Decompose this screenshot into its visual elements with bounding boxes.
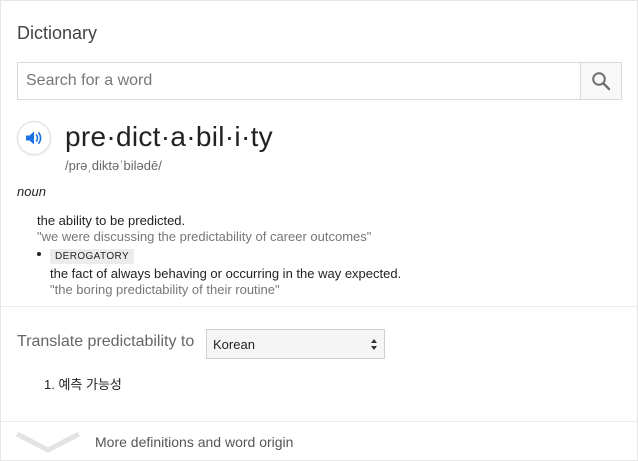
language-select-value: Korean	[213, 336, 255, 352]
usage-label-badge: DEROGATORY	[50, 249, 135, 264]
part-of-speech: noun	[17, 184, 46, 199]
speaker-icon	[26, 131, 42, 145]
more-definitions-label: More definitions and word origin	[95, 434, 294, 450]
example-1: "we were discussing the predictability o…	[37, 229, 372, 244]
search-icon	[592, 72, 611, 91]
more-definitions-button[interactable]: More definitions and word origin	[1, 422, 637, 460]
section-divider	[1, 306, 637, 307]
dictionary-card: Dictionary pre·dict·a·bil·i·ty /prəˌdikt…	[0, 0, 638, 461]
search-button[interactable]	[580, 63, 621, 99]
definition-1: the ability to be predicted.	[37, 213, 186, 228]
search-input[interactable]	[18, 63, 582, 99]
definition-2: the fact of always behaving or occurring…	[50, 266, 402, 281]
example-2: "the boring predictability of their rout…	[50, 282, 280, 297]
phonetic-spelling: /prəˌdiktəˈbilədē/	[65, 158, 162, 173]
card-title: Dictionary	[17, 23, 98, 43]
search-box	[17, 62, 622, 100]
translate-label: Translate predictability to	[17, 333, 195, 350]
translation-result: 1. 예측 가능성	[44, 377, 122, 392]
select-arrows-icon	[371, 339, 377, 350]
list-bullet	[37, 252, 41, 256]
pronunciation-audio-button[interactable]	[17, 121, 51, 155]
chevron-down-icon	[15, 431, 81, 453]
headword: pre·dict·a·bil·i·ty	[65, 121, 273, 152]
language-select[interactable]: Korean	[206, 329, 385, 359]
